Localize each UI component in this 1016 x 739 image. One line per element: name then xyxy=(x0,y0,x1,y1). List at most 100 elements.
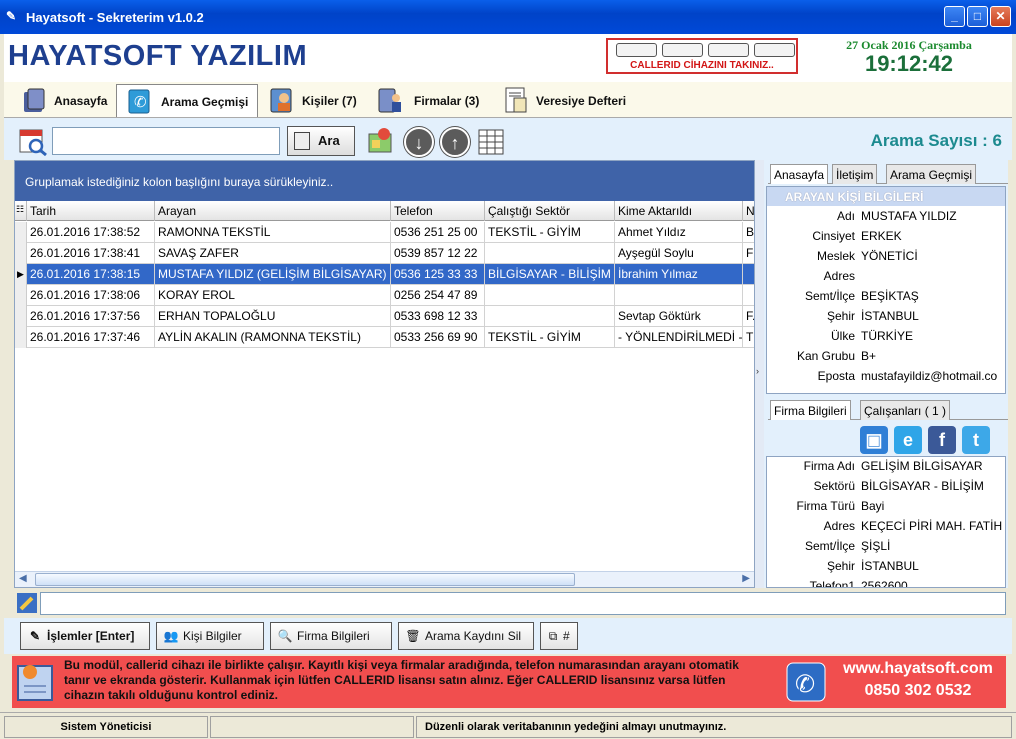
internet-explorer-icon[interactable]: e xyxy=(894,426,922,454)
tab-veresiye-defteri[interactable]: Veresiye Defteri xyxy=(494,84,644,117)
info-banner: Bu modül, callerid cihazı ile birlikte ç… xyxy=(12,656,1006,708)
side-tab-firma-bilgileri[interactable]: Firma Bilgileri xyxy=(770,400,851,420)
arama-kaydini-sil-button[interactable]: 🗑 Arama Kaydını Sil xyxy=(398,622,534,650)
trash-icon: 🗑 xyxy=(405,629,421,643)
table-cell xyxy=(485,306,615,327)
calendar-search-icon[interactable] xyxy=(18,126,48,156)
info-label: Şehir xyxy=(826,309,855,323)
callerid-line-indicator xyxy=(754,43,795,57)
grid-header: ☷ Tarih Arayan Telefon Çalıştığı Sektör … xyxy=(15,201,754,221)
action-bar: ✎ İşlemler [Enter] 👥 Kişi Bilgiler 🔍 Firma … xyxy=(4,618,1012,654)
move-up-button[interactable]: ↑ xyxy=(440,127,470,157)
tab-anasayfa[interactable]: Anasayfa xyxy=(12,84,118,117)
row-indicator xyxy=(15,327,27,348)
tab-kisiler[interactable]: Kişiler (7) xyxy=(260,84,366,117)
pencil-icon: ✎ xyxy=(29,629,41,643)
web-icon[interactable]: ▣ xyxy=(860,426,888,454)
table-cell: 26.01.2016 17:38:52 xyxy=(27,222,155,243)
maximize-button[interactable]: □ xyxy=(967,6,988,27)
search-toolbar: Ara ↓ ↑ Arama Sayısı : 6 xyxy=(4,118,1012,160)
search-input[interactable] xyxy=(52,127,280,155)
row-indicator xyxy=(15,306,27,327)
info-row: Eposta mustafayildiz@hotmail.co xyxy=(767,369,1005,389)
table-row[interactable]: 26.01.2016 17:37:46 AYLİN AKALIN (RAMONNA… xyxy=(15,327,754,348)
column-header-sektor[interactable]: Çalıştığı Sektör xyxy=(485,201,615,221)
panel-splitter[interactable]: › xyxy=(755,160,764,588)
info-row: Firma Türü Bayi xyxy=(767,499,1005,519)
scroll-right-icon[interactable]: ▶ xyxy=(742,573,750,584)
close-button[interactable]: ✕ xyxy=(990,6,1011,27)
move-down-button[interactable]: ↓ xyxy=(404,127,434,157)
column-header-n[interactable]: N xyxy=(743,201,754,221)
column-header-tarih[interactable]: Tarih xyxy=(27,201,155,221)
info-label: Adres xyxy=(823,269,855,283)
twitter-icon[interactable]: t xyxy=(962,426,990,454)
info-label: Firma Adı xyxy=(803,459,855,473)
table-cell xyxy=(485,285,615,306)
info-value: ŞİŞLİ xyxy=(861,539,891,553)
table-cell: 0533 256 69 90 xyxy=(391,327,485,348)
side-tab-calisanlari[interactable]: Çalışanları ( 1 ) xyxy=(860,400,951,420)
table-row[interactable]: 26.01.2016 17:38:52 RAMONNA TEKSTİL 0536 2… xyxy=(15,222,754,243)
info-label: Eposta xyxy=(817,369,855,383)
group-panel[interactable]: Gruplamak istediğiniz kolon başlığını bu… xyxy=(15,161,754,201)
minimize-button[interactable]: _ xyxy=(944,6,965,27)
side-tab-anasayfa[interactable]: Anasayfa xyxy=(770,164,829,184)
table-row[interactable]: 26.01.2016 17:38:06 KORAY EROL 0256 254 47… xyxy=(15,285,754,306)
home-icon xyxy=(24,88,45,112)
table-row[interactable]: 26.01.2016 17:37:56 ERHAN TOPALOĞLU 0533 6… xyxy=(15,306,754,327)
table-cell xyxy=(743,285,754,306)
table-row[interactable]: ▶ 26.01.2016 17:38:15 MUSTAFA YILDIZ (GELİ… xyxy=(15,264,754,285)
callerid-status-panel: CALLERID CİHAZINI TAKINIZ.. xyxy=(606,38,798,74)
tab-arama-gecmisi[interactable]: ✆ Arama Geçmişi xyxy=(116,84,258,117)
info-row: Kan Grubu B+ xyxy=(767,349,1005,369)
info-value: ERKEK xyxy=(861,229,902,243)
table-cell: TEKSTİL - GİYİM xyxy=(485,327,615,348)
search-button[interactable]: Ara xyxy=(287,126,355,156)
row-indicator xyxy=(15,285,27,306)
table-cell: BİLGİSAYAR - BİLİŞİM xyxy=(485,264,615,285)
call-history-grid: Gruplamak istediğiniz kolon başlığını bu… xyxy=(14,160,755,588)
column-chooser-icon[interactable]: ☷ xyxy=(15,201,27,221)
table-row[interactable]: 26.01.2016 17:38:41 SAVAŞ ZAFER 0539 857 1… xyxy=(15,243,754,264)
kisi-bilgiler-button[interactable]: 👥 Kişi Bilgiler xyxy=(156,622,264,650)
column-header-kime-aktarildi[interactable]: Kime Aktarıldı xyxy=(615,201,743,221)
info-value: Bayi xyxy=(861,499,885,513)
contacts-icon xyxy=(270,88,292,113)
copy-number-button[interactable]: ⧉ # xyxy=(540,622,578,650)
firma-bilgileri-button[interactable]: 🔍 Firma Bilgileri xyxy=(270,622,392,650)
map-pin-icon[interactable] xyxy=(366,126,396,156)
side-tab-iletisim[interactable]: İletişim xyxy=(832,164,878,184)
horizontal-scrollbar[interactable]: ◀ ▶ xyxy=(15,571,754,587)
note-input[interactable] xyxy=(40,592,1006,615)
table-cell: İbrahim Yılmaz xyxy=(615,264,743,285)
website-link[interactable]: www.hayatsoft.com xyxy=(834,660,1002,678)
copy-icon: ⧉ xyxy=(548,629,558,643)
info-row: Şehir İSTANBUL xyxy=(767,559,1005,579)
facebook-icon[interactable]: f xyxy=(928,426,956,454)
info-value: mustafayildiz@hotmail.co xyxy=(861,369,998,383)
table-cell: SAVAŞ ZAFER xyxy=(155,243,391,264)
info-row: Meslek YÖNETİCİ xyxy=(767,249,1005,269)
column-chooser-icon[interactable] xyxy=(476,128,506,156)
table-cell: 26.01.2016 17:37:56 xyxy=(27,306,155,327)
info-value: YÖNETİCİ xyxy=(861,249,918,263)
callerid-message: CALLERID CİHAZINI TAKINIZ.. xyxy=(630,60,774,71)
table-cell xyxy=(743,264,754,285)
tab-firmalar[interactable]: Firmalar (3) xyxy=(368,84,492,117)
table-cell: Ahmet Yıldız xyxy=(615,222,743,243)
scrollbar-thumb[interactable] xyxy=(35,573,575,586)
collapse-arrow-icon[interactable]: › xyxy=(756,366,759,376)
info-label: Adı xyxy=(836,209,855,223)
info-value: 2562600 xyxy=(861,579,908,588)
column-header-arayan[interactable]: Arayan xyxy=(155,201,391,221)
column-header-telefon[interactable]: Telefon xyxy=(391,201,485,221)
islemler-button[interactable]: ✎ İşlemler [Enter] xyxy=(20,622,150,650)
side-tab-arama-gecmisi[interactable]: Arama Geçmişi xyxy=(886,164,977,184)
info-text: Bu modül, callerid cihazı ile birlikte ç… xyxy=(64,658,739,702)
table-cell: - YÖNLENDİRİLMEDİ - xyxy=(615,327,743,348)
phone-icon: ✆ xyxy=(786,662,826,702)
scroll-left-icon[interactable]: ◀ xyxy=(19,573,27,584)
info-label: Semt/İlçe xyxy=(804,539,855,553)
info-label: Sektörü xyxy=(813,479,855,493)
